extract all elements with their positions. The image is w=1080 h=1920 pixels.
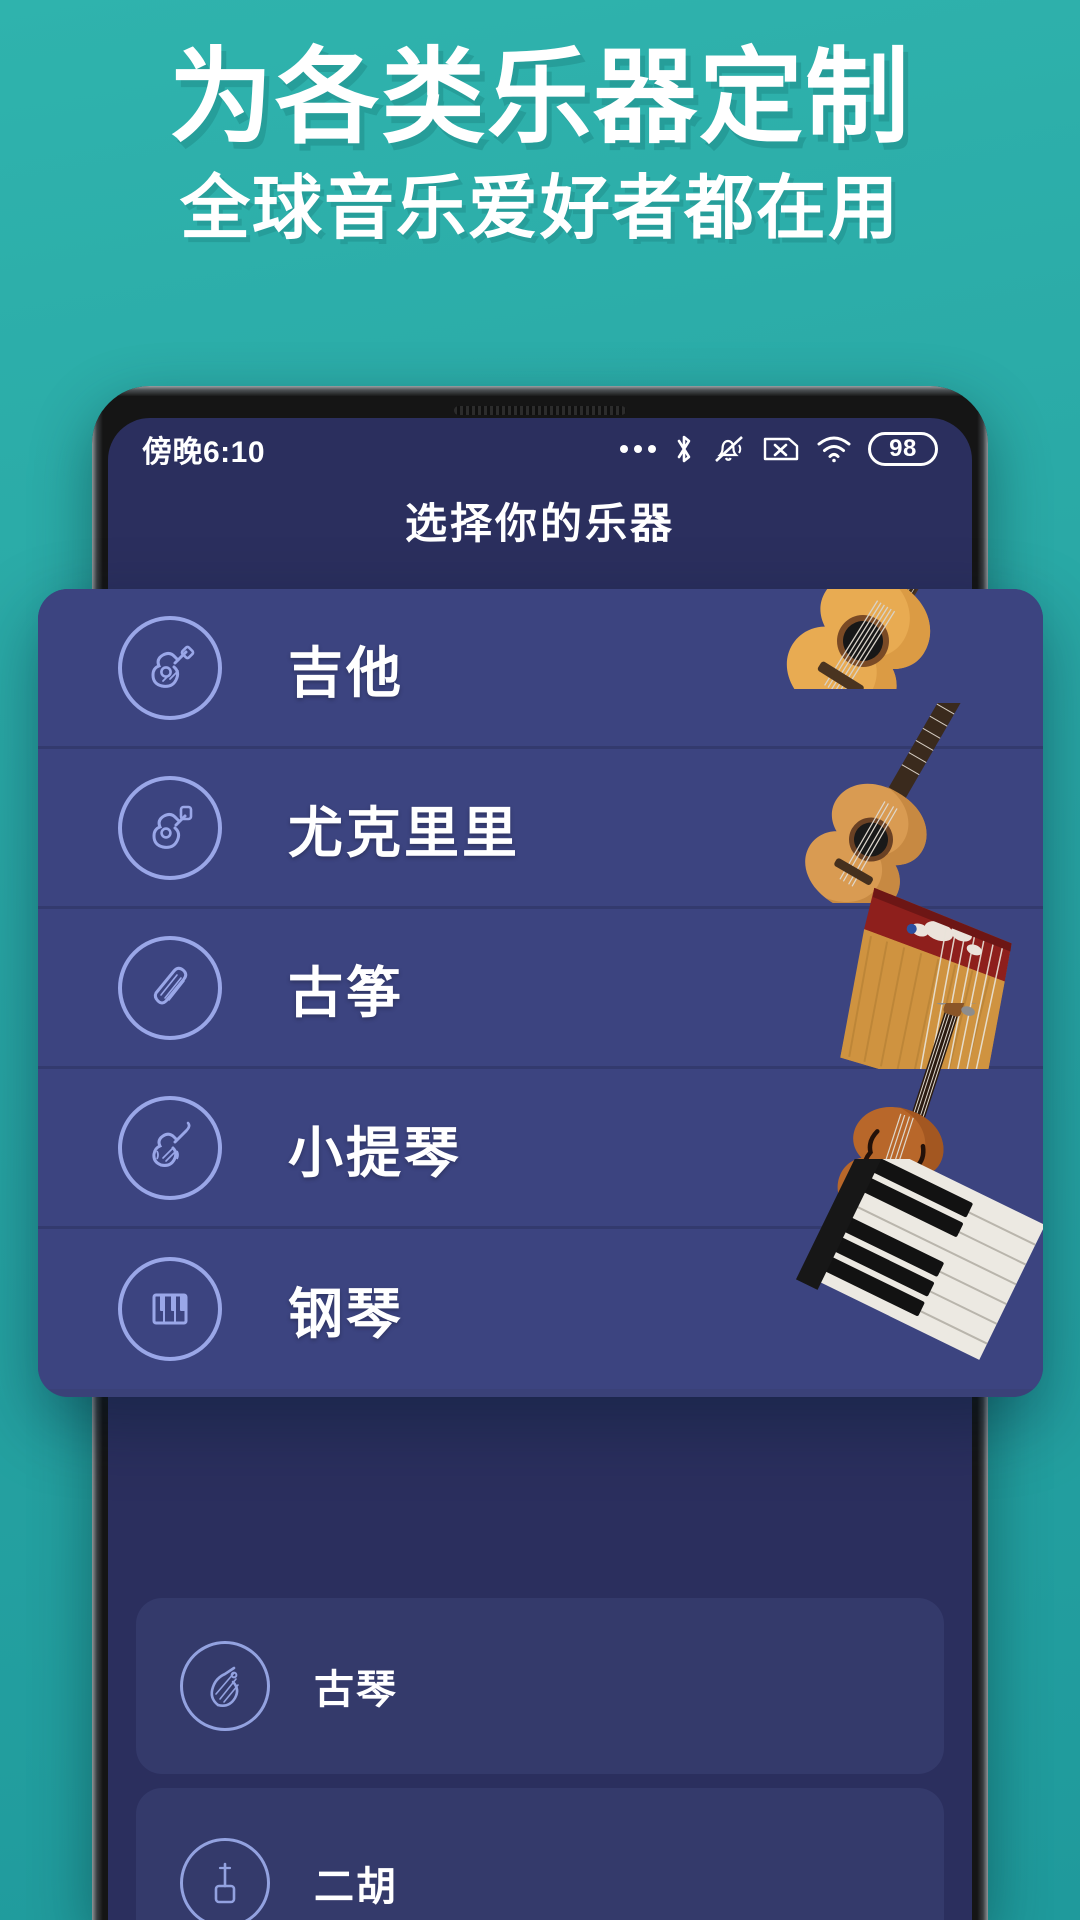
no-sim-icon: [762, 434, 800, 464]
guitar-icon: [118, 615, 222, 720]
guitar-photo: [703, 589, 1043, 746]
guqin-icon: [180, 1641, 270, 1731]
instrument-label: 钢琴: [288, 1283, 405, 1345]
promo-subheadline: 全球音乐爱好者都在用: [180, 169, 900, 248]
bluetooth-icon: [672, 433, 696, 465]
list-item-label: 古琴: [314, 1668, 398, 1712]
battery-percent: 98: [889, 435, 917, 462]
list-item-guqin[interactable]: 古琴: [136, 1598, 944, 1774]
instrument-picker-card: 吉他 尤克里里 古筝 小提琴 钢琴: [38, 589, 1043, 1397]
promo-text-block: 为各类乐器定制 全球音乐爱好者都在用: [0, 40, 1080, 249]
status-icon-group: 98: [620, 432, 938, 466]
piano-photo: [703, 1159, 1043, 1389]
instrument-option-guzheng[interactable]: 古筝: [38, 887, 1043, 1099]
page-title: 选择你的乐器: [404, 500, 675, 547]
instrument-option-ukulele[interactable]: 尤克里里: [38, 703, 1043, 909]
more-dots-icon: [620, 445, 656, 453]
status-time: 傍晚6:10: [142, 436, 266, 469]
instrument-option-guitar[interactable]: 吉他: [38, 589, 1043, 749]
violin-photo: [703, 1003, 1043, 1230]
instrument-label: 小提琴: [288, 1121, 463, 1184]
phone-bezel-top: [92, 386, 988, 396]
guzheng-photo: [703, 887, 1043, 1099]
instrument-label: 吉他: [288, 641, 405, 704]
instrument-option-violin[interactable]: 小提琴: [38, 1003, 1043, 1230]
status-bar: 傍晚6:10 98: [108, 418, 972, 480]
list-item-erhu[interactable]: 二胡: [136, 1788, 944, 1920]
violin-icon: [118, 1095, 222, 1200]
erhu-icon: [180, 1838, 270, 1920]
ukulele-photo: [703, 703, 1043, 906]
bell-muted-icon: [712, 433, 746, 465]
earpiece-speaker-icon: [454, 406, 626, 415]
guzheng-icon: [118, 935, 222, 1040]
instrument-label: 尤克里里: [288, 801, 521, 864]
wifi-icon: [816, 434, 852, 464]
battery-indicator: 98: [868, 432, 938, 466]
instrument-label: 古筝: [288, 961, 405, 1024]
list-item-label: 二胡: [314, 1865, 398, 1909]
ukulele-icon: [118, 775, 222, 880]
promo-headline: 为各类乐器定制: [168, 40, 911, 156]
instrument-option-piano[interactable]: 钢琴: [38, 1159, 1043, 1389]
piano-icon: [118, 1257, 222, 1361]
